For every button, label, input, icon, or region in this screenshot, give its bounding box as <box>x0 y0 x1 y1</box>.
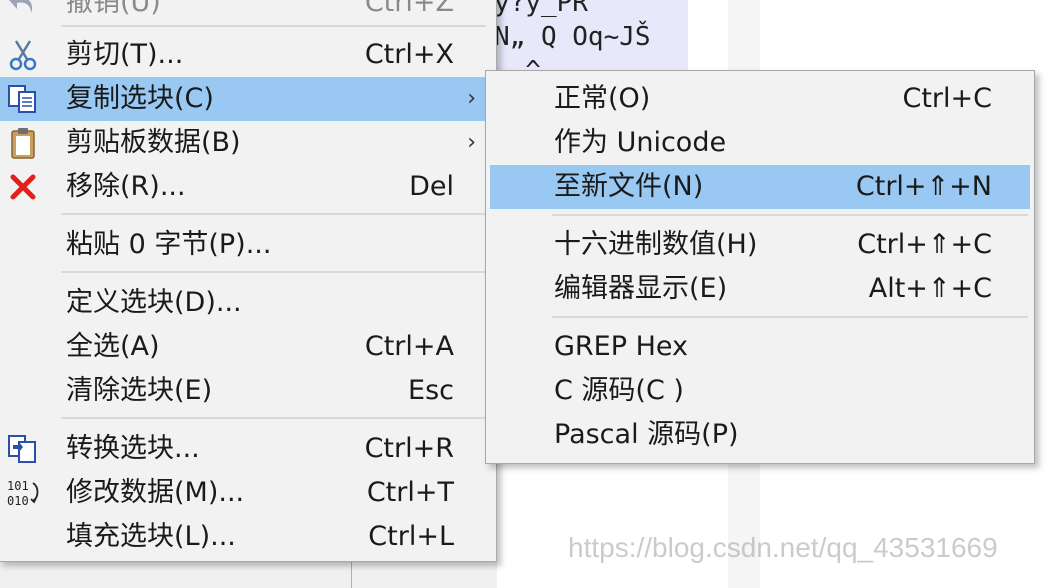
hex-line: N„ Q Oq~JŠ <box>490 20 688 54</box>
submenu-item-shortcut: Alt+⇑+C <box>868 273 992 304</box>
menu-item-undo[interactable]: 撤销(U) Ctrl+Z <box>0 0 496 25</box>
menu-item-shortcut: Ctrl+L <box>368 521 454 552</box>
submenu-arrow-icon: › <box>467 130 476 155</box>
menu-item-label: 剪贴板数据(B) <box>66 127 241 158</box>
menu-separator <box>61 213 486 215</box>
copy-block-icon <box>5 81 41 117</box>
submenu-item-c-source[interactable]: C 源码(C ) <box>490 369 1030 413</box>
submenu-item-hex-values[interactable]: 十六进制数值(H) Ctrl+⇑+C <box>490 223 1030 267</box>
submenu-item-label: GREP Hex <box>554 331 689 362</box>
menu-item-label: 清除选块(E) <box>66 375 213 406</box>
menu-separator <box>61 271 486 273</box>
menu-item-label: 剪切(T)... <box>66 39 184 70</box>
menu-item-clipboard-data[interactable]: 剪贴板数据(B) › <box>0 121 496 165</box>
menu-item-label: 转换选块... <box>66 433 200 464</box>
menu-separator <box>552 316 1028 318</box>
menu-item-paste-zero-bytes[interactable]: 粘贴 0 字节(P)... <box>0 223 496 267</box>
svg-text:010: 010 <box>7 494 29 508</box>
menu-item-shortcut: Ctrl+A <box>364 331 454 362</box>
delete-x-icon <box>5 169 41 205</box>
menu-item-label: 移除(R)... <box>66 171 186 202</box>
menu-separator <box>61 417 486 419</box>
menu-separator <box>61 25 486 27</box>
submenu-item-normal[interactable]: 正常(O) Ctrl+C <box>490 77 1030 121</box>
menu-item-label: 撤销(U) <box>66 0 161 18</box>
submenu-item-to-new-file[interactable]: 至新文件(N) Ctrl+⇑+N <box>490 165 1030 209</box>
menu-item-convert-block[interactable]: 转换选块... Ctrl+R <box>0 427 496 471</box>
submenu-item-pascal-source[interactable]: Pascal 源码(P) <box>490 413 1030 457</box>
submenu-arrow-icon: › <box>467 86 476 111</box>
copy-block-submenu: 正常(O) Ctrl+C 作为 Unicode 至新文件(N) Ctrl+⇑+N… <box>485 70 1035 464</box>
menu-item-fill-block[interactable]: 填充选块(L)... Ctrl+L <box>0 515 496 559</box>
menu-item-shortcut: Esc <box>408 375 454 406</box>
menu-item-label: 定义选块(D)... <box>66 287 242 318</box>
hex-line: ,^ <box>490 54 688 70</box>
menu-item-cut[interactable]: 剪切(T)... Ctrl+X <box>0 33 496 77</box>
menu-item-label: 填充选块(L)... <box>66 521 236 552</box>
submenu-item-label: 作为 Unicode <box>554 127 727 158</box>
menu-item-copy-block[interactable]: 复制选块(C) › <box>0 77 496 121</box>
watermark: https://blog.csdn.net/qq_43531669 <box>568 532 998 563</box>
submenu-item-shortcut: Ctrl+C <box>902 83 992 114</box>
clipboard-icon <box>5 125 41 161</box>
menu-item-define-block[interactable]: 定义选块(D)... <box>0 281 496 325</box>
menu-separator <box>552 214 1028 216</box>
menu-item-select-all[interactable]: 全选(A) Ctrl+A <box>0 325 496 369</box>
menu-item-shortcut: Ctrl+R <box>364 433 454 464</box>
menu-item-label: 修改数据(M)... <box>66 477 245 508</box>
submenu-item-label: C 源码(C ) <box>554 375 684 406</box>
svg-text:101: 101 <box>7 479 29 493</box>
menu-item-modify-data[interactable]: 101 010 修改数据(M)... Ctrl+T <box>0 471 496 515</box>
submenu-item-editor-display[interactable]: 编辑器显示(E) Alt+⇑+C <box>490 267 1030 311</box>
convert-block-icon <box>5 431 41 467</box>
menu-item-label: 粘贴 0 字节(P)... <box>66 229 272 260</box>
submenu-item-shortcut: Ctrl+⇑+N <box>855 171 992 202</box>
menu-item-shortcut: Ctrl+Z <box>364 0 454 18</box>
menu-item-shortcut: Ctrl+X <box>364 39 454 70</box>
edit-context-menu: 撤销(U) Ctrl+Z 剪切(T)... Ctrl+X 复制选块(C) › 剪… <box>0 0 497 562</box>
hex-line: y?y_PR <box>490 0 688 20</box>
menu-item-shortcut: Ctrl+T <box>366 477 454 508</box>
menu-item-label: 复制选块(C) <box>66 83 214 114</box>
submenu-item-label: 编辑器显示(E) <box>554 273 728 304</box>
submenu-item-label: 至新文件(N) <box>554 171 704 202</box>
submenu-item-label: Pascal 源码(P) <box>554 419 739 450</box>
submenu-item-label: 十六进制数值(H) <box>554 229 758 260</box>
menu-item-shortcut: Del <box>409 171 454 202</box>
scissors-icon <box>5 37 41 73</box>
submenu-item-shortcut: Ctrl+⇑+C <box>857 229 992 260</box>
submenu-item-grep-hex[interactable]: GREP Hex <box>490 325 1030 369</box>
menu-item-remove[interactable]: 移除(R)... Del <box>0 165 496 209</box>
hex-text-area: y?y_PR N„ Q Oq~JŠ ,^ <box>490 0 688 70</box>
menu-item-clear-block[interactable]: 清除选块(E) Esc <box>0 369 496 413</box>
submenu-item-as-unicode[interactable]: 作为 Unicode <box>490 121 1030 165</box>
binary-modify-icon: 101 010 <box>5 475 41 511</box>
menu-item-label: 全选(A) <box>66 331 160 362</box>
undo-icon <box>5 0 41 21</box>
submenu-item-label: 正常(O) <box>554 83 651 114</box>
